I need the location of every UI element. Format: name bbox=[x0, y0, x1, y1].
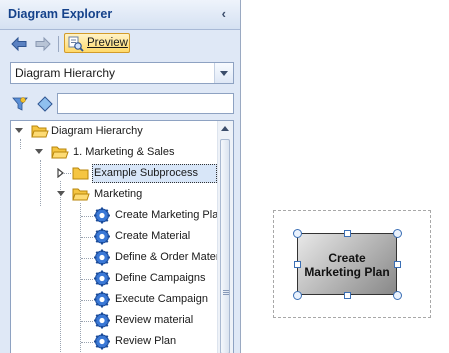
tree-item[interactable]: Create Marketing Plan bbox=[11, 206, 224, 225]
folder-icon bbox=[72, 167, 89, 180]
tree-node-marketing[interactable]: Marketing bbox=[11, 185, 219, 204]
tree-item[interactable]: Execute Campaign bbox=[11, 290, 219, 309]
collapse-panel-button[interactable]: ‹ bbox=[222, 6, 226, 21]
process-gear-icon bbox=[94, 312, 110, 329]
process-gear-icon bbox=[94, 207, 110, 224]
back-button[interactable] bbox=[9, 34, 29, 54]
diagram-tree: Diagram Hierarchy 1. Marketing & Sales E… bbox=[10, 120, 234, 353]
folder-open-icon bbox=[72, 188, 90, 201]
preview-label: Preview bbox=[87, 37, 128, 49]
tree-node-label: Example Subprocess bbox=[94, 167, 198, 179]
tree-item-label: Review Plan bbox=[115, 335, 177, 347]
panel-header: Diagram Explorer ‹ bbox=[0, 0, 240, 30]
tree-item[interactable]: Review Plan bbox=[11, 332, 219, 351]
filter-icon[interactable] bbox=[12, 96, 28, 112]
filter-input[interactable] bbox=[57, 93, 234, 114]
shape-label-line2: Marketing Plan bbox=[304, 265, 390, 279]
chevron-down-icon bbox=[220, 71, 228, 76]
arrow-left-icon bbox=[11, 36, 27, 52]
explorer-toolbar: Preview bbox=[0, 30, 240, 58]
diamond-shape-icon[interactable] bbox=[37, 96, 53, 112]
tree-item-label: Execute Campaign bbox=[115, 293, 208, 305]
process-gear-icon bbox=[94, 291, 110, 308]
tree-item-label: Create Marketing Plan bbox=[115, 209, 225, 221]
tree-item[interactable]: Define Campaigns bbox=[11, 269, 219, 288]
tree-item-label: Define Campaigns bbox=[115, 272, 206, 284]
tree-connector bbox=[81, 342, 93, 343]
forward-button[interactable] bbox=[33, 34, 53, 54]
tree-item[interactable]: Review material bbox=[11, 311, 219, 330]
expanded-arrow-icon[interactable] bbox=[56, 189, 66, 199]
tree-node-group[interactable]: 1. Marketing & Sales bbox=[11, 143, 219, 162]
resize-handle-left[interactable] bbox=[294, 261, 301, 268]
scroll-grip-icon bbox=[223, 290, 229, 291]
dropdown-arrow-button[interactable] bbox=[214, 63, 233, 83]
tree-connector bbox=[81, 258, 93, 259]
process-gear-icon bbox=[94, 249, 110, 266]
resize-handle-bottom[interactable] bbox=[344, 292, 351, 299]
tree-node-label: Marketing bbox=[94, 188, 143, 200]
dropdown-value: Diagram Hierarchy bbox=[15, 66, 116, 80]
tree-item-label: Create Material bbox=[115, 230, 191, 242]
folder-open-icon bbox=[31, 125, 49, 138]
resize-handle-top-left[interactable] bbox=[293, 229, 302, 238]
tree-node-subprocess[interactable]: Example Subprocess bbox=[11, 164, 219, 183]
expanded-arrow-icon[interactable] bbox=[34, 147, 44, 157]
resize-handle-right[interactable] bbox=[394, 261, 401, 268]
resize-handle-bottom-right[interactable] bbox=[393, 291, 402, 300]
tree-item[interactable]: Define & Order Material bbox=[11, 248, 231, 267]
panel-title: Diagram Explorer bbox=[8, 7, 113, 21]
preview-icon bbox=[68, 36, 84, 52]
tree-connector bbox=[81, 279, 93, 280]
preview-button[interactable]: Preview bbox=[64, 33, 130, 53]
tree-connector bbox=[81, 216, 93, 217]
resize-handle-bottom-left[interactable] bbox=[293, 291, 302, 300]
tree-node-label: Diagram Hierarchy bbox=[51, 125, 143, 137]
tree-connector bbox=[81, 300, 93, 301]
tree-node-root[interactable]: Diagram Hierarchy bbox=[11, 122, 219, 141]
tree-item[interactable]: Create Material bbox=[11, 227, 219, 246]
resize-handle-top-right[interactable] bbox=[393, 229, 402, 238]
tree-scrollbar[interactable] bbox=[217, 121, 233, 353]
scroll-up-icon[interactable] bbox=[221, 126, 229, 131]
arrow-right-icon bbox=[35, 36, 51, 52]
tree-item-label: Review material bbox=[115, 314, 194, 326]
expanded-arrow-icon[interactable] bbox=[14, 126, 24, 136]
collapsed-arrow-icon[interactable] bbox=[56, 168, 66, 178]
tree-node-label: 1. Marketing & Sales bbox=[73, 146, 175, 158]
process-shape-label: Create Marketing Plan bbox=[297, 251, 397, 279]
folder-open-icon bbox=[51, 146, 69, 159]
process-gear-icon bbox=[94, 333, 110, 350]
shape-label-line1: Create bbox=[328, 251, 366, 265]
toolbar-separator bbox=[58, 36, 59, 52]
process-gear-icon bbox=[94, 228, 110, 245]
resize-handle-top[interactable] bbox=[344, 230, 351, 237]
process-gear-icon bbox=[94, 270, 110, 287]
tree-connector bbox=[81, 237, 93, 238]
hierarchy-dropdown[interactable]: Diagram Hierarchy bbox=[10, 62, 234, 84]
diagram-explorer-panel: Diagram Explorer ‹ Preview Diagram Hiera… bbox=[0, 0, 241, 353]
scroll-thumb[interactable] bbox=[220, 139, 230, 353]
tree-item-label: Define & Order Material bbox=[115, 251, 231, 263]
tree-connector bbox=[81, 321, 93, 322]
